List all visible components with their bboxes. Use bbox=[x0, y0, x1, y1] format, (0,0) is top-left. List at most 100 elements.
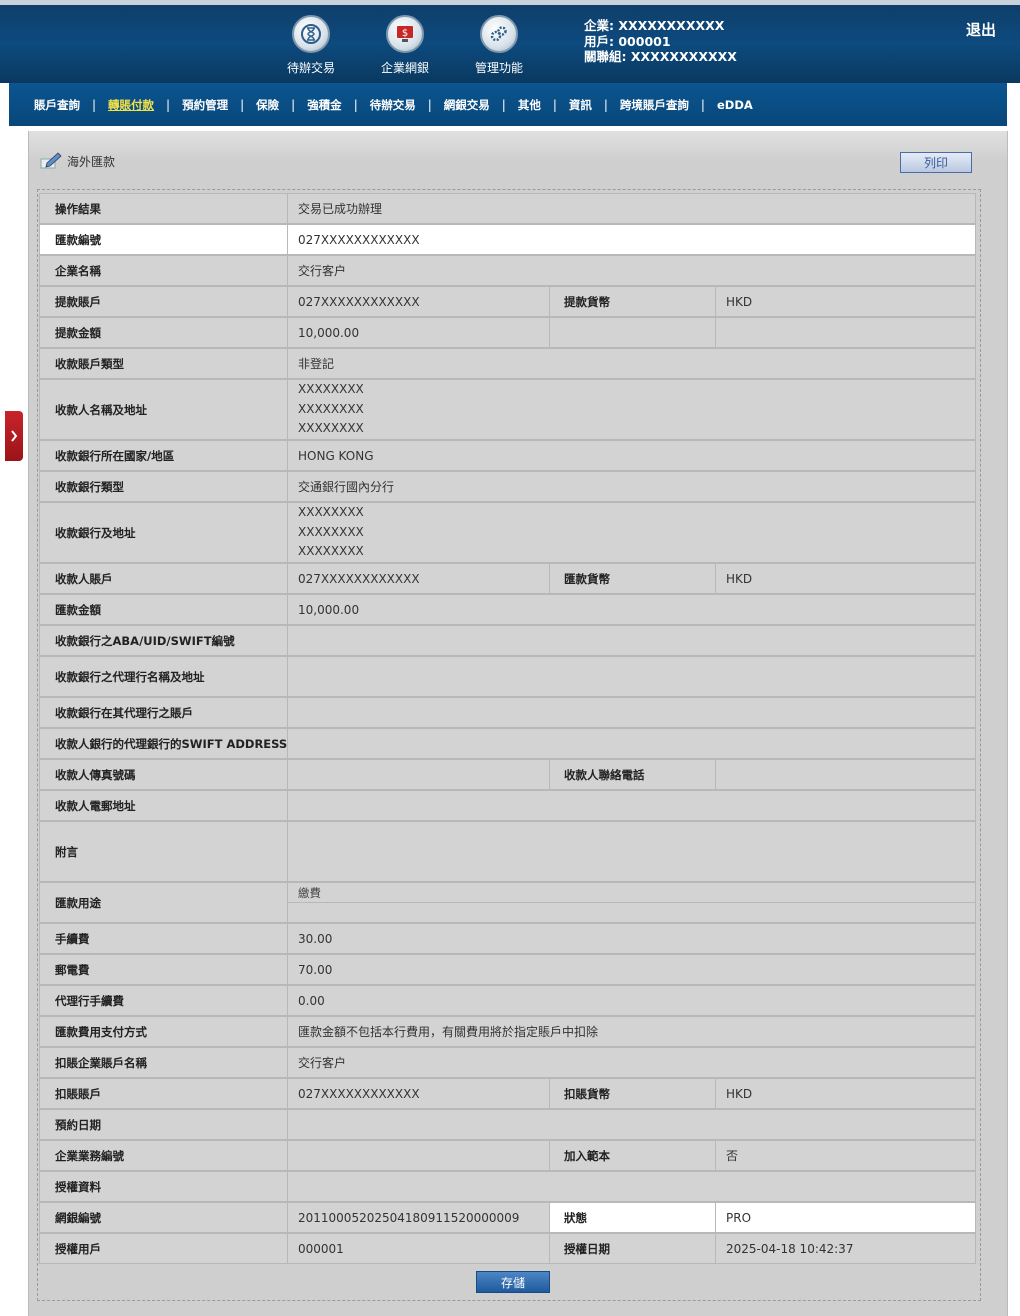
row-label: 操作結果 bbox=[40, 194, 288, 223]
chevron-right-icon bbox=[11, 430, 18, 442]
table-row: 收款人電郵地址 bbox=[39, 790, 976, 821]
menu-item[interactable]: 賬戶查詢 bbox=[34, 97, 80, 113]
table-row: 企業業務編號 加入範本否 bbox=[39, 1140, 976, 1171]
menu-separator: | bbox=[240, 97, 245, 112]
row-value bbox=[288, 657, 975, 696]
row-value: 交易已成功辦理 bbox=[298, 202, 383, 216]
row-value: 027XXXXXXXXXXXX bbox=[288, 564, 550, 593]
menu-item[interactable]: 資訊 bbox=[569, 97, 592, 113]
menu-item[interactable]: 保險 bbox=[256, 97, 279, 113]
table-row: 收款銀行及地址 XXXXXXXX XXXXXXXX XXXXXXXX bbox=[39, 502, 976, 563]
svg-text:$: $ bbox=[402, 28, 408, 39]
row-label-secondary bbox=[550, 318, 716, 347]
row-label: 收款人銀行的代理銀行的SWIFT ADDRESS bbox=[40, 729, 288, 758]
table-row: 收款銀行所在國家/地區 HONG KONG bbox=[39, 440, 976, 471]
table-row: 收款銀行之代理行名稱及地址 bbox=[39, 656, 976, 697]
logout-link[interactable]: 退出 bbox=[966, 19, 996, 40]
row-value bbox=[288, 822, 975, 881]
row-label: 授權用戶 bbox=[40, 1234, 288, 1263]
row-label: 授權資料 bbox=[40, 1172, 288, 1201]
row-label: 收款賬戶類型 bbox=[40, 349, 288, 378]
table-row: 企業名稱 交行客户 bbox=[39, 255, 976, 286]
table-row: 預約日期 bbox=[39, 1109, 976, 1140]
menu-item[interactable]: 預約管理 bbox=[182, 97, 228, 113]
save-button[interactable]: 存儲 bbox=[476, 1271, 550, 1293]
user-line: 用戶: 000001 bbox=[584, 33, 671, 49]
menu-item[interactable]: 強積金 bbox=[307, 97, 342, 113]
menu-separator: | bbox=[92, 97, 97, 112]
row-value: 匯款金額不包括本行費用，有關費用將於指定賬戶中扣除 bbox=[298, 1025, 599, 1039]
hourglass-icon bbox=[292, 15, 330, 53]
row-label: 手續費 bbox=[40, 924, 288, 953]
row-label-secondary: 扣賬貨幣 bbox=[550, 1079, 716, 1108]
row-value bbox=[288, 760, 550, 789]
row-value bbox=[288, 1110, 975, 1139]
row-label-secondary: 授權日期 bbox=[550, 1234, 716, 1263]
print-button[interactable]: 列印 bbox=[900, 152, 972, 173]
row-label: 企業名稱 bbox=[40, 256, 288, 285]
table-row: 收款銀行之ABA/UID/SWIFT編號 bbox=[39, 625, 976, 656]
monitor-dollar-icon: $ bbox=[386, 15, 424, 53]
company-line: 企業: XXXXXXXXXXX bbox=[584, 18, 725, 33]
row-label: 收款銀行之ABA/UID/SWIFT編號 bbox=[40, 626, 288, 655]
table-row: 收款銀行在其代理行之賬戶 bbox=[39, 697, 976, 728]
menu-separator: | bbox=[603, 97, 608, 112]
row-value bbox=[288, 729, 975, 758]
menu-separator: | bbox=[501, 97, 506, 112]
row-value: 027XXXXXXXXXXXX bbox=[298, 232, 420, 247]
main-menu: 賬戶查詢 | 轉賬付款 | 預約管理 | 保險 | 強積金 | 待辦交易 | 網銀交易 | 其他 | 資訊 | 跨境… bbox=[9, 83, 1007, 126]
row-label-secondary: 提款貨幣 bbox=[550, 287, 716, 316]
row-value-secondary: PRO bbox=[716, 1203, 975, 1232]
row-value: 027XXXXXXXXXXXX bbox=[288, 287, 550, 316]
row-value: 10,000.00 bbox=[298, 602, 360, 617]
row-value: HONG KONG bbox=[298, 448, 374, 463]
menu-separator: | bbox=[166, 97, 171, 112]
side-panel-toggle[interactable] bbox=[5, 411, 23, 461]
row-value-line: XXXXXXXX bbox=[298, 401, 364, 416]
menu-item[interactable]: 其他 bbox=[518, 97, 541, 113]
table-row: 扣賬企業賬戶名稱 交行客户 bbox=[39, 1047, 976, 1078]
row-label: 郵電費 bbox=[40, 955, 288, 984]
row-label: 匯款金額 bbox=[40, 595, 288, 624]
nav-label: 待辦交易 bbox=[286, 61, 335, 75]
row-label: 提款金額 bbox=[40, 318, 288, 347]
row-label: 代理行手續費 bbox=[40, 986, 288, 1015]
menu-separator: | bbox=[700, 97, 705, 112]
row-label: 提款賬戶 bbox=[40, 287, 288, 316]
row-label: 匯款編號 bbox=[40, 225, 288, 254]
row-value: 30.00 bbox=[298, 931, 333, 946]
nav-label: 企業網銀 bbox=[380, 61, 429, 75]
table-row: 提款金額 10,000.00 bbox=[39, 317, 976, 348]
top-header: 待辦交易 $ 企業網銀 管理功能 企業: XXXXXXXXXXX 用戶: 000… bbox=[0, 0, 1020, 83]
nav-pending-transactions[interactable]: 待辦交易 bbox=[276, 15, 346, 76]
row-label: 扣賬企業賬戶名稱 bbox=[40, 1048, 288, 1077]
table-row: 提款賬戶 027XXXXXXXXXXXX 提款貨幣 HKD bbox=[39, 286, 976, 317]
menu-item[interactable]: 轉賬付款 bbox=[108, 97, 154, 113]
row-label: 扣賬賬戶 bbox=[40, 1079, 288, 1108]
row-value-secondary bbox=[716, 760, 975, 789]
row-value bbox=[288, 791, 975, 820]
row-value-line: XXXXXXXX bbox=[298, 382, 364, 397]
nav-management[interactable]: 管理功能 bbox=[464, 15, 534, 76]
row-value: XXXXXXXX XXXXXXXX XXXXXXXX bbox=[288, 380, 975, 439]
row-label-secondary: 狀態 bbox=[550, 1203, 716, 1232]
row-label: 預約日期 bbox=[40, 1110, 288, 1139]
menu-item[interactable]: eDDA bbox=[717, 98, 753, 112]
row-value: 繳費 bbox=[288, 883, 975, 903]
menu-item[interactable]: 待辦交易 bbox=[370, 97, 416, 113]
table-row: 收款人賬戶 027XXXXXXXXXXXX 匯款貨幣 HKD bbox=[39, 563, 976, 594]
menu-item[interactable]: 跨境賬戶查詢 bbox=[620, 97, 689, 113]
nav-corporate-banking[interactable]: $ 企業網銀 bbox=[370, 15, 440, 76]
menu-separator: | bbox=[353, 97, 358, 112]
table-row: 手續費 30.00 bbox=[39, 923, 976, 954]
row-value-line: XXXXXXXX bbox=[298, 544, 364, 559]
row-value-line: XXXXXXXX bbox=[298, 505, 364, 520]
table-row: 操作結果 交易已成功辦理 bbox=[39, 193, 976, 224]
table-row: 收款銀行類型 交通銀行國內分行 bbox=[39, 471, 976, 502]
table-row: 收款人名稱及地址 XXXXXXXX XXXXXXXX XXXXXXXX bbox=[39, 379, 976, 440]
table-row: 收款賬戶類型 非登記 bbox=[39, 348, 976, 379]
page-title: 海外匯款 bbox=[39, 151, 115, 171]
menu-item[interactable]: 網銀交易 bbox=[444, 97, 490, 113]
table-row: 網銀編號 20110005202504180911520000009 狀態 PRO bbox=[39, 1202, 976, 1233]
gears-icon bbox=[480, 15, 518, 53]
